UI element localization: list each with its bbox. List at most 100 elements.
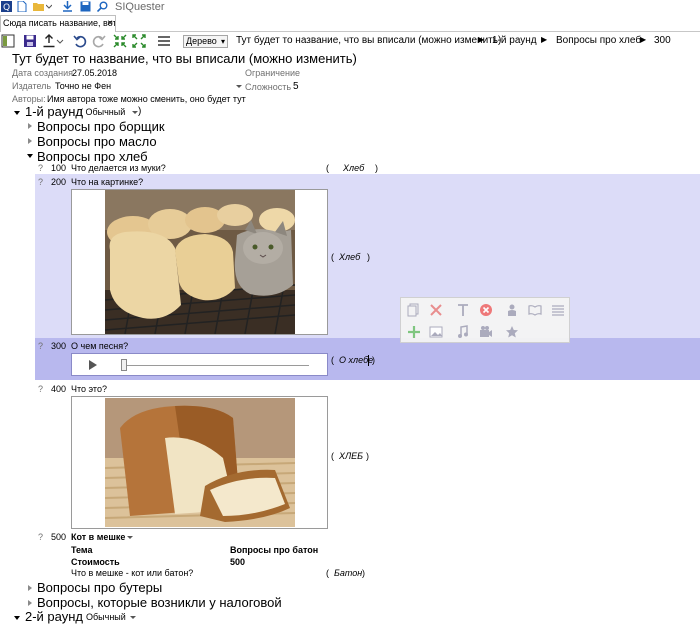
collapse-all-icon[interactable] [113, 34, 127, 48]
audio-slider-thumb[interactable] [121, 359, 127, 371]
question-text[interactable]: О чем песня? [71, 341, 128, 351]
collapsed-arrow-icon[interactable] [28, 138, 32, 144]
copy-icon[interactable] [407, 303, 421, 317]
question-text[interactable]: Что на картинке? [71, 177, 143, 187]
clear-icon[interactable] [479, 303, 493, 317]
text-icon[interactable] [456, 303, 470, 317]
add-icon[interactable] [407, 325, 421, 339]
expand-all-icon[interactable] [132, 34, 146, 48]
breadcrumb-theme[interactable]: Вопросы про хлеб [556, 35, 641, 46]
book-icon[interactable] [528, 303, 542, 317]
audio-track[interactable] [124, 365, 309, 366]
answer-value[interactable]: Хлеб [339, 252, 360, 262]
play-icon[interactable] [88, 360, 98, 370]
round-1-name[interactable]: 1-й раунд [25, 104, 83, 119]
created-label: Дата создания [12, 68, 73, 78]
image-icon[interactable] [429, 325, 443, 339]
package-title[interactable]: Тут будет то название, что вы вписали (м… [12, 51, 357, 66]
answer-open: ( [331, 252, 334, 262]
chevron-down-icon[interactable] [127, 536, 133, 539]
text-caret [368, 355, 369, 366]
chevron-down-icon[interactable] [130, 616, 136, 619]
search-icon[interactable] [97, 1, 108, 12]
close-icon[interactable]: × [107, 16, 113, 31]
answer-close: ) [362, 568, 365, 578]
round-2-name[interactable]: 2-й раунд [25, 609, 83, 624]
redo-icon[interactable] [92, 34, 106, 48]
image-frame[interactable] [71, 396, 328, 529]
theme-value[interactable]: Вопросы про батон [230, 545, 318, 555]
star-icon[interactable] [505, 325, 519, 339]
cost-label: Стоимость [71, 557, 120, 567]
image-frame[interactable] [71, 189, 328, 335]
bread-loaf-image [105, 398, 295, 527]
theme-butter[interactable]: Вопросы про масло [37, 134, 157, 149]
question-price[interactable]: 100 [51, 163, 66, 173]
chevron-down-icon[interactable] [56, 34, 64, 48]
expanded-arrow-icon[interactable] [27, 154, 33, 158]
person-icon[interactable] [505, 303, 519, 317]
answer-value[interactable]: Хлеб [343, 163, 364, 173]
cost-value[interactable]: 500 [230, 557, 245, 567]
music-icon[interactable] [456, 325, 470, 339]
answer-value[interactable]: ХЛЕБ [339, 451, 363, 461]
list-icon[interactable] [551, 303, 565, 317]
question-price[interactable]: 400 [51, 384, 66, 394]
question-price[interactable]: 500 [51, 532, 66, 542]
expanded-arrow-icon[interactable] [14, 616, 20, 620]
question-price[interactable]: 200 [51, 177, 66, 187]
publisher-value[interactable]: Точно не Фен [55, 81, 111, 91]
question-price[interactable]: 300 [51, 341, 66, 351]
theme-borsch[interactable]: Вопросы про борщик [37, 119, 165, 134]
app-logo-icon: Q [1, 1, 12, 12]
collapsed-arrow-icon[interactable] [28, 585, 32, 591]
view-mode-select[interactable]: Дерево ▾ [183, 35, 228, 48]
round-1-type-close: ) [138, 106, 142, 117]
chevron-down-icon[interactable] [236, 85, 242, 88]
authors-value[interactable]: Имя автора тоже можно сменить, оно будет… [47, 94, 246, 104]
floating-toolbar [400, 297, 570, 343]
download-icon[interactable] [62, 1, 73, 12]
breadcrumb-separator-icon: ▶ [541, 35, 548, 44]
sidebar-toggle-icon[interactable] [1, 34, 15, 48]
chevron-down-icon: ▾ [220, 37, 225, 46]
theme-tax[interactable]: Вопросы, которые возникли у налоговой [37, 595, 282, 610]
question-text[interactable]: Что это? [71, 384, 107, 394]
breadcrumb-question[interactable]: 300 [654, 35, 671, 46]
new-file-icon[interactable] [16, 1, 27, 12]
expanded-arrow-icon[interactable] [14, 111, 20, 115]
breadcrumb-round[interactable]: 1-й раунд [492, 35, 537, 46]
main-toolbar: Дерево ▾ Тут будет то название, что вы в… [0, 32, 700, 50]
collapsed-arrow-icon[interactable] [28, 600, 32, 606]
tab-label: Сюда писать название, вот [3, 18, 116, 28]
created-value[interactable]: 27.05.2018 [72, 68, 117, 78]
title-bar: Q SIQuester [0, 0, 700, 14]
delete-icon[interactable] [429, 303, 443, 317]
question-mark: ? [38, 163, 44, 173]
round-2-type[interactable]: Обычный [86, 612, 126, 622]
open-folder-icon[interactable] [33, 1, 44, 12]
question-text[interactable]: Что в мешке - кот или батон? [71, 568, 193, 578]
undo-icon[interactable] [73, 34, 87, 48]
collapsed-arrow-icon[interactable] [28, 123, 32, 129]
theme-bread[interactable]: Вопросы про хлеб [37, 149, 148, 164]
restriction-label: Ограничение [245, 68, 300, 78]
answer-open: ( [331, 451, 334, 461]
audio-player[interactable] [71, 353, 328, 376]
question-text[interactable]: Что делается из муки? [71, 163, 166, 173]
save-disk-icon[interactable] [80, 1, 91, 12]
tab-package[interactable]: Сюда писать название, вот × [0, 15, 116, 32]
video-icon[interactable] [479, 325, 493, 339]
menu-icon[interactable] [157, 34, 171, 48]
round-1-type[interactable]: ( Обычный [80, 107, 125, 117]
theme-sandwiches[interactable]: Вопросы про бутеры [37, 580, 162, 595]
bread-cat-image [105, 190, 295, 334]
save-icon[interactable] [23, 34, 37, 48]
answer-value[interactable]: Батон [334, 568, 362, 578]
difficulty-value[interactable]: 5 [293, 81, 299, 92]
export-icon[interactable] [42, 34, 56, 48]
chevron-down-icon[interactable] [46, 1, 52, 12]
answer-open: ( [326, 568, 329, 578]
breadcrumb-package[interactable]: Тут будет то название, что вы вписали (м… [236, 35, 501, 46]
question-type[interactable]: Кот в мешке [71, 532, 125, 542]
